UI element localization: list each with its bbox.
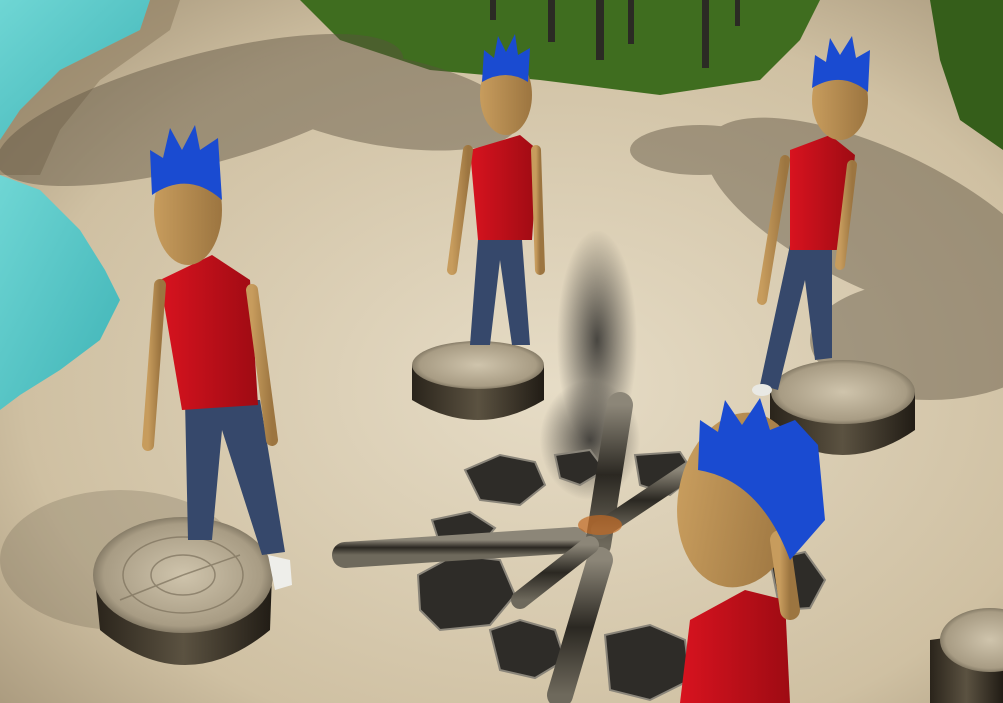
- embers: [578, 515, 622, 535]
- game-viewport[interactable]: [0, 0, 1003, 703]
- campfire-scene: [0, 0, 1003, 703]
- stump-left: [93, 517, 273, 665]
- stump-middle: [412, 341, 544, 420]
